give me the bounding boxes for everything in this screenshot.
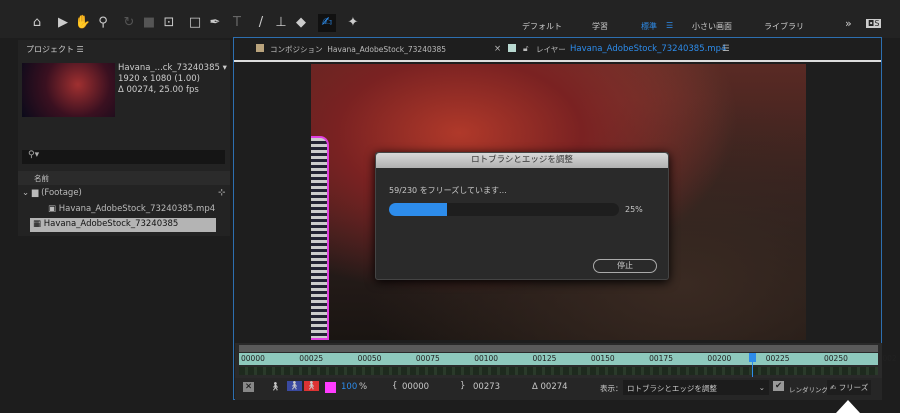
sync-settings-icon[interactable]: ◘S [866, 19, 882, 28]
tab-layer[interactable]: Havana_AdobeStock_73240385.mp4 [570, 44, 726, 54]
puppet-pin-icon[interactable]: ✦ [344, 14, 362, 32]
playhead-line [752, 361, 754, 377]
overlay-mode-icon[interactable]: 🚶︎ [304, 381, 319, 391]
column-header-name[interactable]: 名前 [18, 171, 230, 185]
freeze-button[interactable]: ✍ フリーズ [827, 380, 872, 395]
progress-dialog: ロトブラシとエッジを調整 59/230 をフリーズしています... 25% 停止 [375, 152, 669, 280]
tick-label: 00225 [765, 354, 790, 363]
composition-color-icon [256, 44, 264, 52]
list-item-footage-file[interactable]: ▣ Havana_AdobeStock_73240385.mp4 [48, 204, 215, 214]
rotate-icon[interactable]: ↻ [120, 14, 138, 32]
microphone-roto-mask [311, 136, 329, 340]
workspace-small-screen[interactable]: 小さい画面 [692, 21, 732, 32]
search-icon: ⚲▾ [28, 150, 40, 160]
freeze-track [239, 367, 878, 375]
thumbnail [22, 63, 115, 117]
anchor-icon[interactable]: ⊡ [160, 14, 178, 32]
tick-label: 00075 [415, 354, 440, 363]
tick-label: 00250 [824, 354, 848, 363]
list-item-footage-folder[interactable]: ⌄ ▆ (Footage) [22, 188, 82, 198]
set-in-icon[interactable]: { [392, 381, 397, 391]
tick-label: 00025 [299, 354, 324, 363]
more-workspaces-button[interactable]: » [845, 17, 852, 30]
tick-label: 00050 [357, 354, 382, 363]
roto-mode-icon[interactable]: 🚶︎ [270, 382, 281, 392]
freeze-icon: ✍ [830, 383, 837, 392]
tick-label: 00200 [707, 354, 732, 363]
progress-fill [389, 203, 447, 216]
tick-label: 00125 [532, 354, 557, 363]
item-name: Havana_...ck_73240385 [118, 63, 220, 73]
tick-label: 00100 [474, 354, 499, 363]
rectangle-icon[interactable]: □ [186, 14, 204, 32]
workspace-menu-icon[interactable]: ☰ [666, 21, 673, 30]
time-ruler[interactable]: 00000 00025 00050 00075 00100 00125 00150 00175… [239, 353, 897, 365]
workspace-standard[interactable]: 標準 [641, 21, 657, 32]
tick-label: 00000 [241, 354, 265, 363]
hand-icon[interactable]: ✋ [74, 14, 92, 32]
opacity-unit: % [359, 382, 368, 392]
toggle-transparency-icon[interactable]: ✕ [243, 382, 255, 392]
clone-stamp-icon[interactable]: ⊥ [272, 14, 290, 32]
text-icon[interactable]: T [228, 14, 246, 32]
panel-menu-icon[interactable]: ☰ [722, 44, 730, 54]
overlay-opacity[interactable]: 100 [341, 382, 357, 392]
project-panel: プロジェクト ☰ Havana_...ck_73240385 ▾ 1920 x … [18, 40, 230, 236]
list-item-composition[interactable]: ▦ Havana_AdobeStock_73240385 [30, 218, 216, 232]
close-tab-icon[interactable]: × [494, 44, 501, 54]
workspace-learn[interactable]: 学習 [592, 21, 608, 32]
progress-bar [389, 203, 619, 216]
dialog-title: ロトブラシとエッジを調整 [376, 153, 668, 168]
tick-label: 002 [882, 354, 897, 363]
alpha-mode-icon[interactable]: 🚶︎ [287, 381, 302, 391]
workspace-default[interactable]: デフォルト [522, 21, 562, 32]
layer-controls-bar: ✕ 🚶︎ 🚶︎ 🚶︎ 100 % { 00000 } 00273 Δ 00274… [235, 378, 882, 400]
view-label: 表示： [600, 384, 623, 393]
view-dropdown[interactable]: ロトブラシとエッジを調整 ⌄ [623, 380, 769, 395]
tick-label: 00175 [649, 354, 673, 363]
search-input[interactable]: ⚲▾ [22, 150, 225, 164]
stop-button[interactable]: 停止 [593, 259, 657, 273]
selection-icon[interactable]: ▶ [54, 14, 72, 32]
work-area-bar[interactable] [239, 345, 878, 352]
tab-composition[interactable]: コンポジション Havana_AdobeStock_73240385 [270, 44, 446, 55]
in-point[interactable]: 00000 [402, 382, 429, 392]
out-point[interactable]: 00273 [473, 382, 500, 392]
lock-icon[interactable]: 🔓︎ [523, 44, 529, 54]
brush-icon[interactable]: / [252, 14, 270, 32]
project-panel-title: プロジェクト ☰ [26, 45, 84, 54]
progress-label: 25% [625, 205, 643, 214]
tab-underline [234, 60, 881, 62]
item-duration: Δ 00274, 25.00 fps [118, 85, 199, 95]
zoom-icon[interactable]: ⚲ [94, 14, 112, 32]
eraser-icon[interactable]: ◆ [292, 14, 310, 32]
camera-icon[interactable]: ■ [140, 14, 158, 32]
file-icon: ▣ [48, 204, 57, 214]
composition-icon: ▦ [33, 219, 42, 229]
render-checkbox[interactable]: ✔ [773, 381, 785, 391]
render-label: レンダリング [789, 386, 828, 394]
roto-brush-icon[interactable]: ✍ [318, 14, 336, 32]
pointer-triangle [836, 400, 860, 413]
item-resolution: 1920 x 1080 (1.00) [118, 74, 200, 84]
toolbar: ⌂ ▶ ✋ ⚲ ↻ ■ ⊡ □ ✒ T / ⊥ ◆ ✍ ✦ デフォルト 学習 標… [0, 0, 900, 38]
set-out-icon[interactable]: } [460, 381, 465, 391]
layer-color-icon [508, 44, 516, 52]
tick-label: 00150 [590, 354, 615, 363]
flowchart-icon[interactable]: ⊹ [218, 188, 226, 198]
chevron-down-icon: ⌄ [758, 383, 765, 392]
workspace-libraries[interactable]: ライブラリ [764, 21, 804, 32]
folder-icon: ▆ [31, 188, 39, 198]
overlay-color-swatch[interactable] [325, 382, 336, 393]
tab-layer-label: レイヤー [536, 45, 566, 54]
dialog-message: 59/230 をフリーズしています... [389, 186, 507, 195]
item-info: Havana_...ck_73240385 ▾ 1920 x 1080 (1.0… [118, 63, 227, 95]
timeline[interactable]: 00000 00025 00050 00075 00100 00125 00150 00175… [235, 343, 897, 379]
home-icon[interactable]: ⌂ [28, 14, 46, 32]
duration: Δ 00274 [532, 382, 568, 392]
pen-icon[interactable]: ✒ [206, 14, 224, 32]
